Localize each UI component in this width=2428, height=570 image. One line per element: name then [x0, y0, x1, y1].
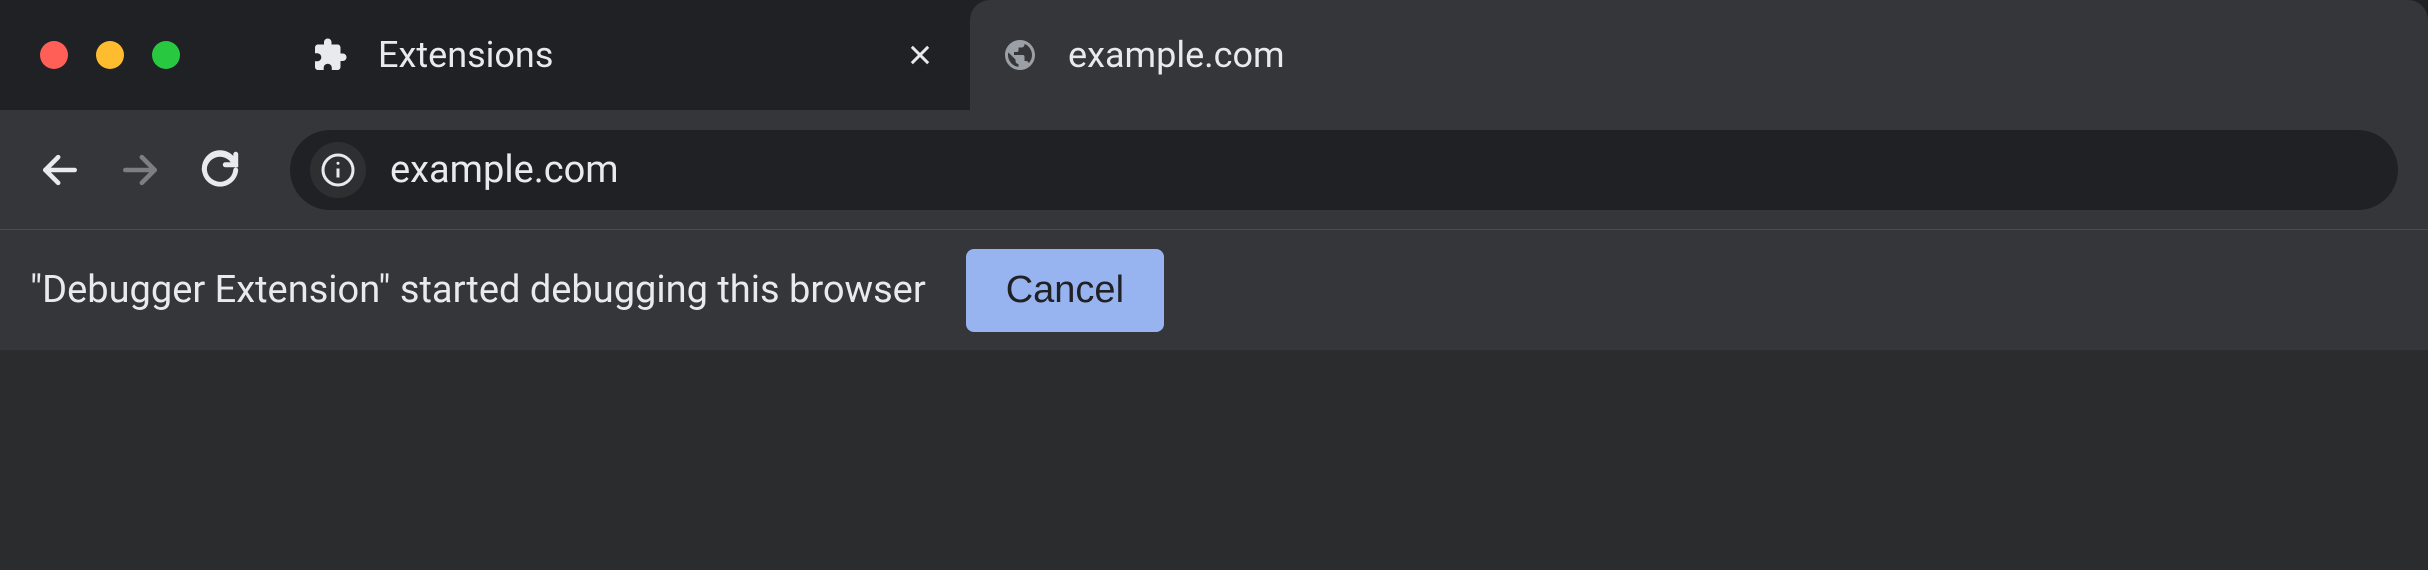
window-close-button[interactable]: [40, 41, 68, 69]
cancel-button[interactable]: Cancel: [966, 249, 1164, 332]
puzzle-piece-icon: [310, 35, 350, 75]
tab-close-button[interactable]: [900, 35, 940, 75]
forward-button[interactable]: [110, 140, 170, 200]
tab-strip: Extensions example.com: [0, 0, 2428, 110]
back-button[interactable]: [30, 140, 90, 200]
tab-title: example.com: [1068, 34, 2398, 76]
reload-button[interactable]: [190, 140, 250, 200]
window-controls: [40, 41, 180, 69]
infobar-message: "Debugger Extension" started debugging t…: [30, 268, 926, 312]
globe-icon: [1000, 35, 1040, 75]
window-maximize-button[interactable]: [152, 41, 180, 69]
tab-title: Extensions: [378, 34, 900, 76]
debugger-infobar: "Debugger Extension" started debugging t…: [0, 230, 2428, 350]
toolbar: example.com: [0, 110, 2428, 230]
omnibox-url: example.com: [390, 148, 619, 192]
omnibox[interactable]: example.com: [290, 130, 2398, 210]
tab-extensions[interactable]: Extensions: [280, 0, 970, 110]
window-minimize-button[interactable]: [96, 41, 124, 69]
tab-example-com[interactable]: example.com: [970, 0, 2428, 110]
info-icon[interactable]: [310, 142, 366, 198]
